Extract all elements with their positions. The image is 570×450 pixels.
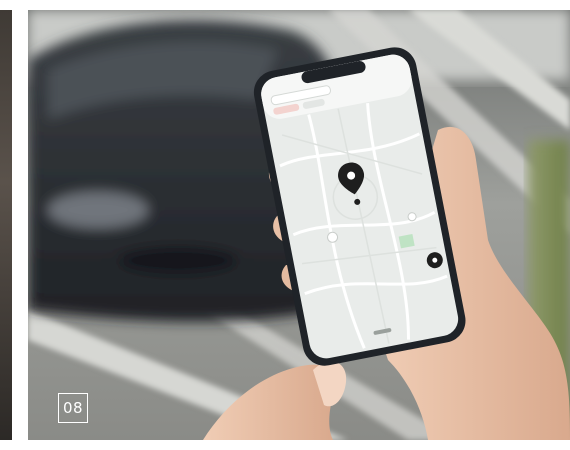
photo: [28, 10, 570, 440]
adjacent-photo-edge: [0, 10, 12, 440]
photo-illustration: [28, 10, 570, 440]
frame-number-badge: 08: [58, 393, 88, 423]
photo-scene: 08: [0, 0, 570, 450]
frame-number: 08: [62, 398, 84, 417]
